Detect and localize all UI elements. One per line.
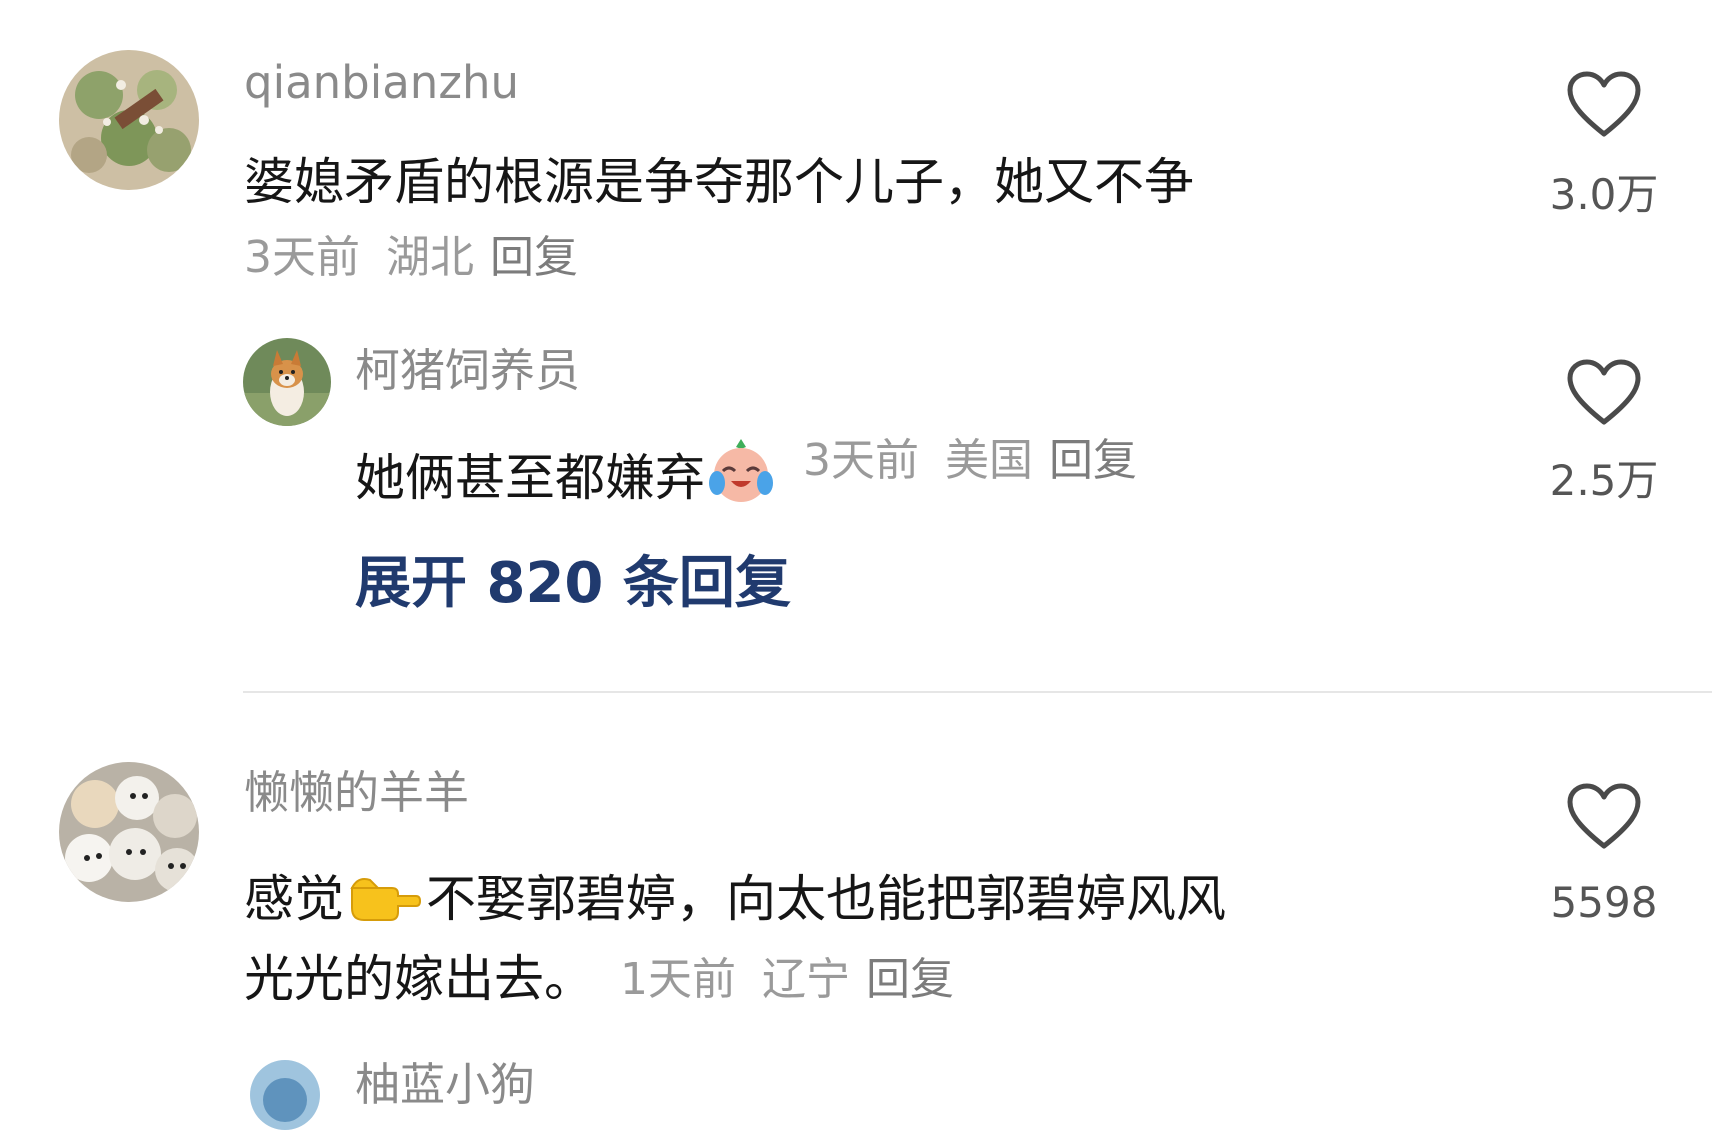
avatar[interactable] [243, 338, 331, 426]
comment-text-line1: 感觉 不娶郭碧婷，向太也能把郭碧婷风风 [244, 866, 1226, 924]
comment-location: 湖北 [386, 232, 474, 283]
heart-outline-icon [1567, 71, 1641, 137]
avatar-image [59, 762, 199, 902]
avatar-image [59, 50, 199, 190]
avatar[interactable] [59, 762, 199, 902]
pointing-right-emoji-icon [350, 878, 422, 921]
comment-text-line2: 光光的嫁出去。 1天前 辽宁 回复 [244, 954, 954, 1004]
comment-text-line2-content: 光光的嫁出去。 [244, 950, 594, 1008]
laughing-crying-emoji-icon [709, 439, 773, 502]
like-count: 2.5万 [1549, 456, 1659, 505]
comment-username[interactable]: 柚蓝小狗 [355, 1062, 535, 1107]
heart-outline-icon [1567, 359, 1641, 425]
reply-row: 她俩甚至都嫌弃 3天前 美国 回复 [355, 435, 1137, 505]
reply-time: 3天前 [803, 435, 919, 486]
reply-button[interactable]: 回复 [1049, 435, 1137, 486]
avatar-image [250, 1060, 320, 1130]
avatar[interactable] [59, 50, 199, 190]
avatar-image [243, 338, 331, 426]
reply-button[interactable]: 回复 [866, 954, 954, 1005]
reply-location: 美国 [945, 435, 1033, 486]
comment-divider [243, 691, 1712, 693]
reply-username[interactable]: 柯猪饲养员 [355, 348, 580, 393]
like-count: 3.0万 [1549, 170, 1659, 219]
comment-time: 1天前 [620, 954, 736, 1005]
like-button[interactable]: 3.0万 [1514, 70, 1694, 220]
comment-username[interactable]: qianbianzhu [244, 60, 519, 105]
reply-text: 她俩甚至都嫌弃 [355, 449, 705, 507]
comment-location: 辽宁 [762, 954, 850, 1005]
comment-time: 3天前 [244, 232, 360, 283]
heart-outline-icon [1567, 783, 1641, 849]
comment-username[interactable]: 懒懒的羊羊 [244, 770, 469, 815]
comment-meta: 3天前 湖北 回复 [244, 236, 578, 280]
comment-text: 婆媳矛盾的根源是争夺那个儿子，她又不争 [244, 153, 1194, 211]
comment-text-part2: 不娶郭碧婷，向太也能把郭碧婷风风 [426, 870, 1226, 928]
expand-replies-link[interactable]: 展开 820 条回复 [355, 556, 791, 612]
like-count: 5598 [1550, 878, 1658, 927]
reply-button[interactable]: 回复 [490, 232, 578, 283]
comment-text-part1: 感觉 [244, 870, 344, 928]
like-button[interactable]: 5598 [1514, 782, 1694, 932]
like-button[interactable]: 2.5万 [1514, 358, 1694, 508]
avatar[interactable] [250, 1060, 320, 1130]
